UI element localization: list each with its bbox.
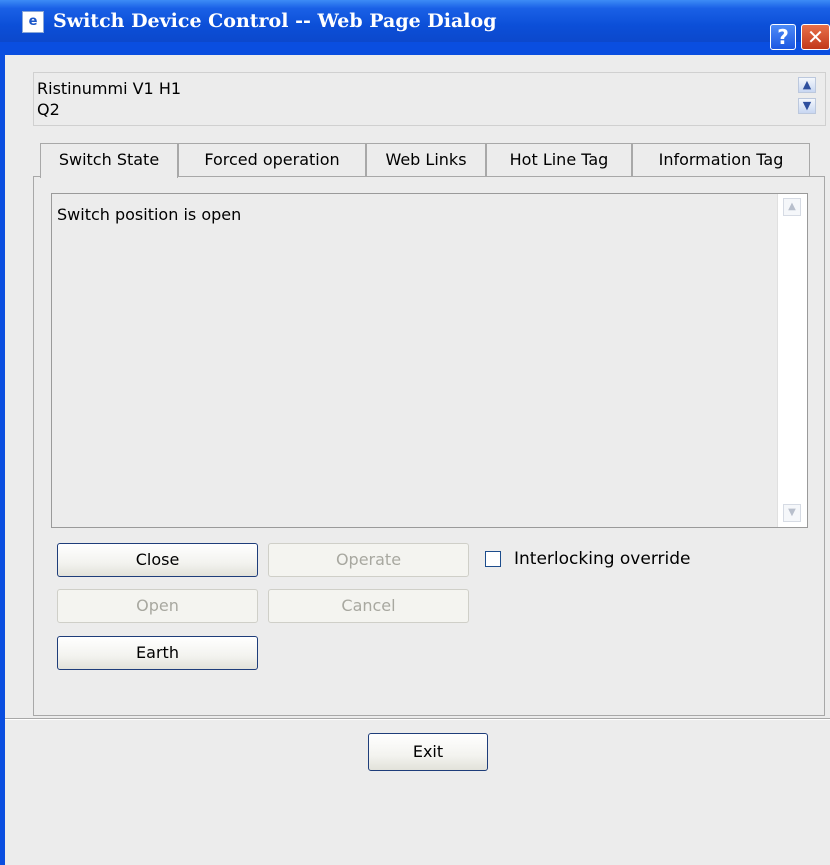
footer-divider [5,718,830,720]
help-button[interactable]: ? [770,24,796,50]
scroll-down-icon[interactable]: ▼ [798,98,816,114]
tab-forced-operation[interactable]: Forced operation [178,143,366,176]
title-bar[interactable]: e Switch Device Control -- Web Page Dial… [0,0,830,50]
tab-information-tag[interactable]: Information Tag [632,143,810,176]
tab-hot-line-tag[interactable]: Hot Line Tag [486,143,632,176]
scroll-up-icon[interactable]: ▲ [783,198,801,216]
open-button[interactable]: Open [57,589,258,623]
close-button[interactable]: Close [57,543,258,577]
scroll-down-icon[interactable]: ▼ [783,504,801,522]
device-name-box: Ristinummi V1 H1 Q2 ▲ ▼ [33,72,826,126]
status-textarea[interactable]: Switch position is open ▲ ▼ [51,193,808,528]
tab-web-links[interactable]: Web Links [366,143,486,176]
device-name-line1: Ristinummi V1 H1 [37,79,182,98]
ie-page-icon: e [22,11,44,33]
status-text: Switch position is open [57,205,242,224]
cancel-button[interactable]: Cancel [268,589,469,623]
textarea-scrollbar[interactable]: ▲ ▼ [777,194,807,527]
exit-button[interactable]: Exit [368,733,488,771]
device-name-line2: Q2 [37,100,60,119]
switch-state-panel: Switch position is open ▲ ▼ Close Operat… [33,176,825,716]
dialog-client-area: Ristinummi V1 H1 Q2 ▲ ▼ Switch State For… [5,55,830,865]
dialog-window: e Switch Device Control -- Web Page Dial… [0,0,830,865]
interlocking-override-label: Interlocking override [514,549,691,569]
operate-button[interactable]: Operate [268,543,469,577]
tab-switch-state[interactable]: Switch State [40,143,178,178]
earth-button[interactable]: Earth [57,636,258,670]
window-title: Switch Device Control -- Web Page Dialog [53,10,497,32]
window-close-button[interactable]: ✕ [801,24,830,50]
scroll-up-icon[interactable]: ▲ [798,77,816,93]
interlocking-override-checkbox[interactable] [485,551,501,567]
